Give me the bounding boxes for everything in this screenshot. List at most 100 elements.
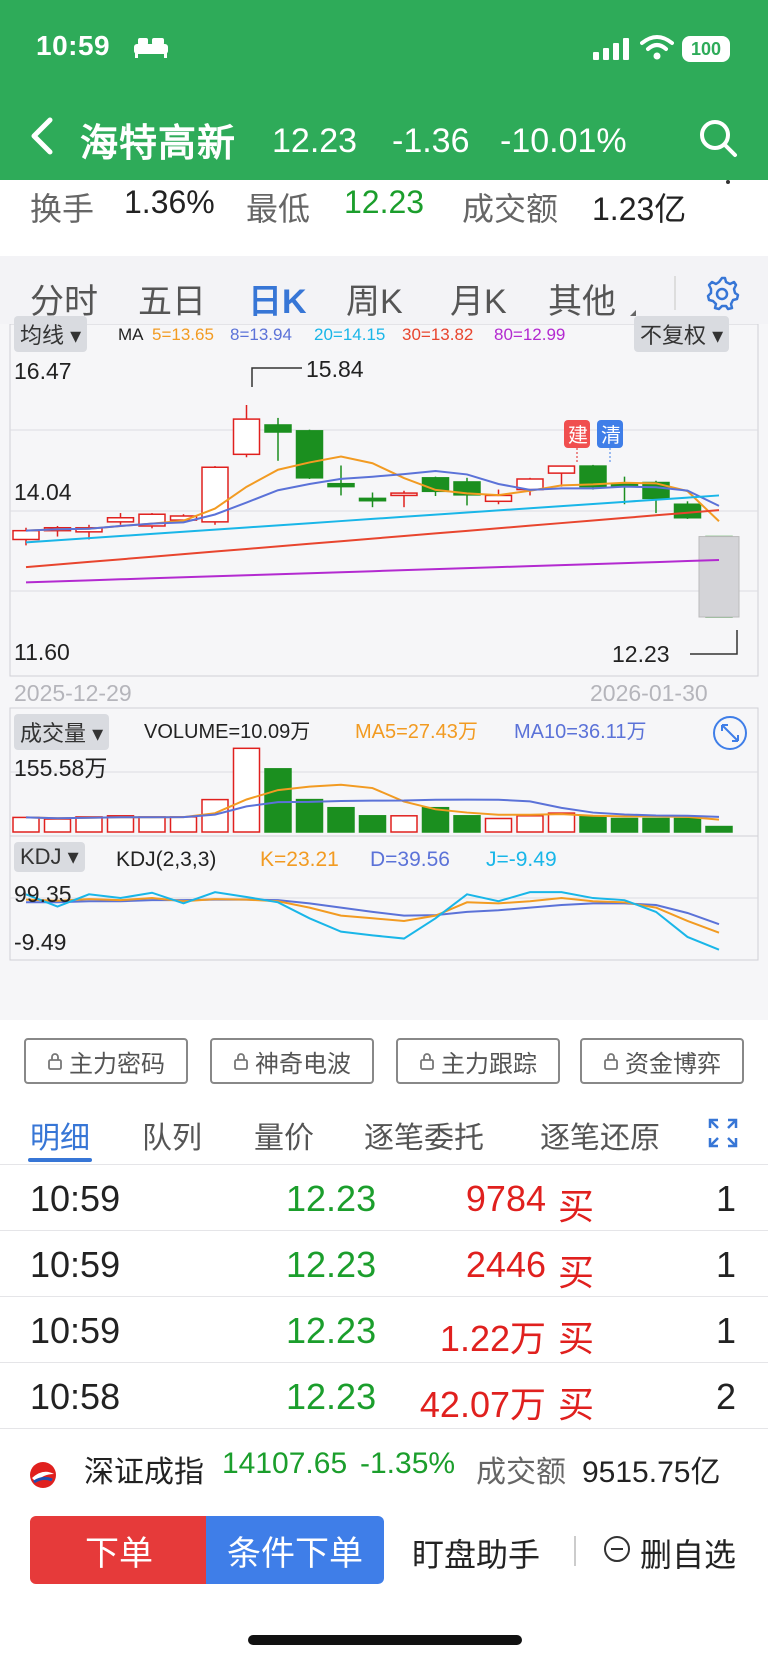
volume-dropdown[interactable]: 成交量 ▾ <box>14 714 110 750</box>
trade-price: 12.23 <box>286 1178 377 1219</box>
tab-other[interactable]: 其他 <box>548 274 616 323</box>
szse-logo-icon <box>30 1462 56 1488</box>
tab-five-day[interactable]: 五日 <box>138 274 206 323</box>
volume-bar[interactable] <box>579 815 607 833</box>
remove-watchlist-button[interactable]: 删自选 <box>640 1530 736 1576</box>
watch-helper-button[interactable]: 盯盘助手 <box>412 1530 540 1576</box>
volume-bar[interactable] <box>610 817 639 833</box>
candle-body[interactable] <box>358 497 387 502</box>
minus-circle-icon[interactable] <box>602 1534 632 1564</box>
bar-divider <box>574 1536 576 1566</box>
battery-indicator: 100 <box>682 36 730 62</box>
tab-queue[interactable]: 队列 <box>142 1113 202 1157</box>
candle-body[interactable] <box>12 529 40 541</box>
trade-count: 1 <box>716 1244 737 1285</box>
lock-icon <box>48 1053 62 1070</box>
tool-fund-game[interactable]: 资金博弈 <box>580 1038 744 1084</box>
candle-body[interactable] <box>295 430 324 479</box>
volume-ma10: MA10=36.11万 <box>514 721 647 743</box>
search-icon[interactable] <box>698 118 738 158</box>
volume-bar[interactable] <box>75 816 103 833</box>
row-divider <box>0 1230 768 1231</box>
volume-bar[interactable] <box>453 815 481 833</box>
volume-dropdown-label: 成交量 <box>20 721 87 746</box>
wifi-icon <box>640 35 674 60</box>
date-start-label: 2025-12-29 <box>14 680 132 706</box>
tab-daily-k[interactable]: 日K <box>248 274 307 323</box>
adjust-dropdown-label: 不复权 <box>640 323 707 348</box>
adjust-dropdown[interactable]: 不复权 ▾ <box>634 316 730 352</box>
tab-weekly-k[interactable]: 周K <box>346 274 403 323</box>
buy-mark-text: 建 <box>568 424 588 447</box>
kline-chart[interactable]: 15.84 12.23 16.47 14.04 11.60 2025-12-29… <box>0 324 768 1020</box>
trade-volume: 42.07万 <box>419 1384 546 1425</box>
trade-time: 10:59 <box>30 1178 121 1219</box>
back-arrow-icon[interactable] <box>28 116 54 156</box>
ma30-legend: 30=13.82 <box>402 325 473 344</box>
tab-monthly-k[interactable]: 月K <box>450 274 507 323</box>
tool-label: 主力密码 <box>69 1050 165 1078</box>
candle-body[interactable] <box>484 494 513 503</box>
volume-bar[interactable] <box>421 806 450 833</box>
volume-bar[interactable] <box>516 815 544 833</box>
tab-volume-price[interactable]: 量价 <box>254 1113 314 1157</box>
volume-bar[interactable] <box>390 815 418 833</box>
gear-icon[interactable] <box>704 275 740 311</box>
expand-icon[interactable] <box>708 1118 738 1148</box>
ma-dropdown[interactable]: 均线 ▾ <box>14 316 88 352</box>
lock-icon <box>604 1053 618 1070</box>
trade-price: 12.23 <box>286 1376 377 1417</box>
trade-volume: 9784 <box>465 1178 546 1219</box>
volume-bar[interactable] <box>264 768 292 833</box>
volume-bar[interactable] <box>138 816 166 833</box>
conditional-order-button[interactable]: 条件下单 <box>206 1516 384 1584</box>
candle-body[interactable] <box>327 482 355 488</box>
volume-bar[interactable] <box>43 818 72 833</box>
current-price: 12.23 <box>272 122 358 160</box>
expand-arrows-icon <box>721 724 739 742</box>
turnover-label: 换手 <box>30 191 95 227</box>
tool-magic-wave[interactable]: 神奇电波 <box>210 1038 374 1084</box>
candle-body[interactable] <box>232 418 261 456</box>
row-divider <box>0 1164 768 1165</box>
volume-bar[interactable] <box>358 815 387 833</box>
volume-bar[interactable] <box>327 806 355 833</box>
kdj-dropdown[interactable]: KDJ ▾ <box>14 842 85 872</box>
app-header: 10:59 100 海特高新 12.23 -1.36 -10.01% <box>0 0 768 180</box>
volume-bar[interactable] <box>642 817 670 833</box>
volume-bar[interactable] <box>673 817 702 833</box>
volume-bar[interactable] <box>295 798 324 833</box>
trade-volume: 1.22万 <box>439 1318 546 1359</box>
tool-main-tracking[interactable]: 主力跟踪 <box>396 1038 560 1084</box>
tab-detail[interactable]: 明细 <box>30 1113 90 1157</box>
volume-bar[interactable] <box>547 812 576 833</box>
tool-main-password[interactable]: 主力密码 <box>24 1038 188 1084</box>
volume-ma5: MA5=27.43万 <box>355 721 478 743</box>
candle-body[interactable] <box>264 424 292 433</box>
min-marker-line <box>690 630 738 655</box>
volume-bar[interactable] <box>169 816 198 833</box>
amount-value: 1.23亿 <box>592 191 687 227</box>
status-time: 10:59 <box>36 30 111 61</box>
volume-bar[interactable] <box>484 817 513 833</box>
volume-bar[interactable] <box>232 747 261 833</box>
index-change: -1.35% <box>360 1447 456 1480</box>
tab-tick-replay[interactable]: 逐笔还原 <box>540 1113 660 1157</box>
order-button[interactable]: 下单 <box>30 1516 208 1584</box>
y-mid-label: 14.04 <box>14 479 72 505</box>
kline-chart-area[interactable]: 15.84 12.23 16.47 14.04 11.60 2025-12-29… <box>0 316 768 1020</box>
kdj-high-label: 99.35 <box>14 881 72 907</box>
trade-side: 买 <box>558 1384 595 1425</box>
tab-tick-orders[interactable]: 逐笔委托 <box>364 1113 484 1157</box>
low-value: 12.23 <box>344 184 425 220</box>
ma80-line <box>25 559 720 584</box>
volume-bar[interactable] <box>12 816 40 833</box>
candle-body[interactable] <box>547 465 576 474</box>
kdj-low-label: -9.49 <box>14 929 66 955</box>
candle-body[interactable] <box>390 492 418 497</box>
index-amount: 9515.75亿 <box>582 1456 721 1489</box>
trade-side: 买 <box>558 1186 595 1227</box>
max-price-label: 15.84 <box>306 356 364 382</box>
candle-body[interactable] <box>106 517 135 523</box>
volume-bar[interactable] <box>705 825 733 833</box>
